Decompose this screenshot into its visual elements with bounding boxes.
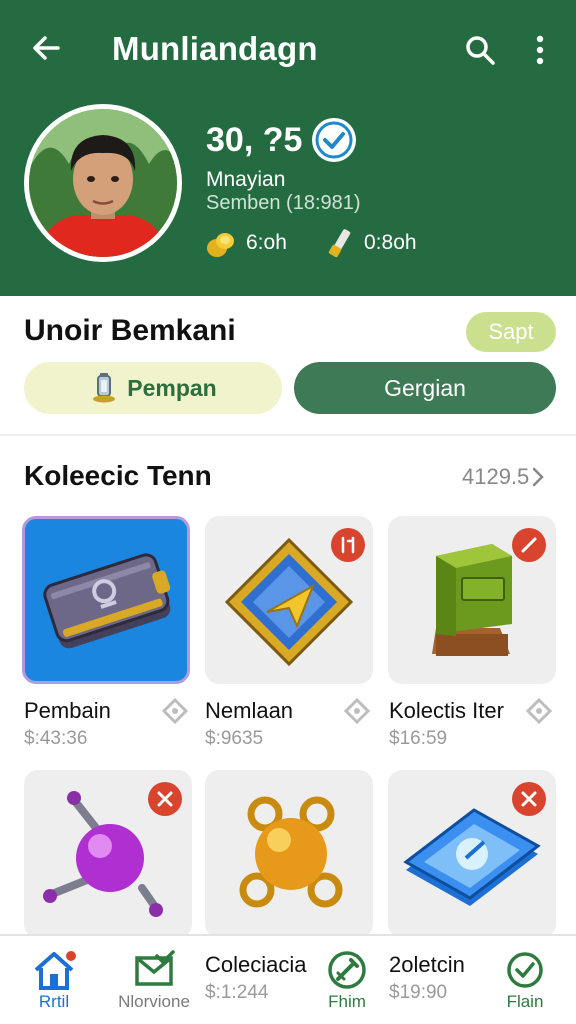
app-title: Munliandagn <box>112 30 318 67</box>
more-options-button[interactable] <box>522 30 558 70</box>
item-name: Kolectis Iter <box>389 698 504 723</box>
nav-item-home[interactable]: Rrtil <box>28 950 80 1012</box>
nav-item-battle[interactable]: Fhim <box>322 950 372 1012</box>
collection-count: 4129.5 <box>462 464 530 489</box>
item-name: Nemlaan <box>205 698 294 723</box>
avatar[interactable] <box>24 104 182 262</box>
potion-value: 0:8oh <box>364 231 417 254</box>
item-status-badge <box>512 528 546 562</box>
user-name: Mnayian <box>206 168 286 191</box>
item-remove-badge[interactable] <box>148 782 182 816</box>
item-card-amulet[interactable] <box>205 516 373 684</box>
user-subtitle: Semben (18:981) <box>206 192 361 214</box>
verified-check-icon <box>312 118 357 162</box>
item-price: $16:59 <box>389 728 448 749</box>
pempan-label: Pempan <box>127 374 217 401</box>
tools-icon <box>341 536 355 554</box>
item-card-block[interactable] <box>388 516 556 684</box>
search-icon <box>466 36 495 65</box>
wallet-item-image <box>43 553 171 649</box>
item-status-badge <box>331 528 365 562</box>
coins-stat: 6:oh <box>204 226 287 260</box>
sword-icon <box>328 951 366 989</box>
nav-collection2-price: $19:90 <box>389 982 448 1003</box>
more-vert-icon <box>536 35 544 65</box>
diamond-icon <box>344 698 370 724</box>
home-icon <box>34 951 76 990</box>
profile-header: Munliandagn 30, ?5 Mnayian Semben (18:98… <box>0 0 576 296</box>
item-price: $:43:36 <box>24 728 88 749</box>
coins-value: 6:oh <box>246 231 287 254</box>
item-price: $:9635 <box>205 728 264 749</box>
close-icon <box>157 791 173 807</box>
potion-stat: 0:8oh <box>322 226 417 260</box>
chevron-right-icon <box>533 467 545 487</box>
back-button[interactable] <box>26 28 66 68</box>
avatar-portrait-image <box>29 109 177 257</box>
potion-icon <box>328 229 351 258</box>
back-arrow-icon <box>33 36 60 60</box>
nav-item-notifications[interactable]: Nlorvione <box>114 950 194 1012</box>
nav-label-home: Rrtil <box>38 992 70 1011</box>
app: Munliandagn 30, ?5 Mnayian Semben (18:98… <box>0 0 576 1024</box>
charm-item-image <box>239 796 343 908</box>
nav-label-battle: Fhim <box>328 992 366 1011</box>
diamond-icon <box>526 698 552 724</box>
close-icon <box>521 791 537 807</box>
check-circle-icon <box>507 952 543 988</box>
score-value: 30, ?5 <box>206 120 303 159</box>
search-button[interactable] <box>460 30 500 70</box>
nav-label-done: Flain <box>506 992 544 1011</box>
slash-icon <box>521 537 537 553</box>
section-title: Unoir Bemkani <box>24 314 236 347</box>
item-remove-badge[interactable] <box>512 782 546 816</box>
nav-collection-title[interactable]: Coleciacia <box>205 952 307 978</box>
envelope-check-icon <box>135 950 175 986</box>
pempan-button[interactable]: Pempan <box>24 362 282 414</box>
item-card-tablet[interactable] <box>388 770 556 938</box>
upper-section: Unoir Bemkani Sapt Pempan Gergian <box>0 296 576 436</box>
lantern-icon <box>93 373 116 403</box>
item-name: Pembain <box>24 698 111 723</box>
nav-collection-price: $:1:244 <box>205 982 269 1003</box>
gergian-button[interactable]: Gergian <box>294 362 556 414</box>
coins-icon <box>207 233 234 257</box>
nav-collection2-title[interactable]: 2oletcin <box>389 952 465 978</box>
nav-item-done[interactable]: Flain <box>500 950 550 1012</box>
score-row: 30, ?5 <box>206 118 357 162</box>
section-badge-button[interactable]: Sapt <box>466 312 556 352</box>
item-card-charm[interactable] <box>205 770 373 938</box>
bottom-navigation: Rrtil Nlorvione Coleciacia $:1:244 Fhim … <box>0 934 576 1024</box>
item-card-wallet[interactable] <box>22 516 190 684</box>
item-card-orb[interactable] <box>24 770 192 938</box>
collection-title: Koleecic Tenn <box>24 460 212 491</box>
top-app-bar: Munliandagn <box>0 0 576 100</box>
nav-label-notifications: Nlorvione <box>118 992 190 1011</box>
diamond-icon <box>162 698 188 724</box>
collection-count-link[interactable]: 4129.5 <box>462 464 545 490</box>
